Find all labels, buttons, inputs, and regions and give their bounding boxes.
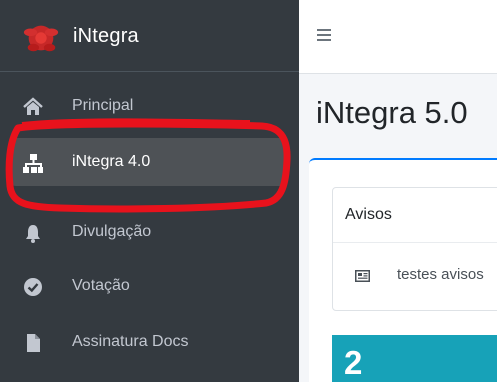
check-circle-icon bbox=[24, 278, 42, 296]
sidebar-item-label: Principal bbox=[72, 97, 134, 114]
brand-name: iNtegra bbox=[73, 25, 139, 47]
aviso-item-text[interactable]: testes avisos bbox=[397, 266, 484, 283]
sidebar-item-integra-4[interactable]: iNtegra 4.0 bbox=[10, 138, 286, 186]
topbar bbox=[299, 0, 497, 74]
sidebar-item-label: iNtegra 4.0 bbox=[72, 153, 151, 170]
app-window: iNtegra Principal iNtegra 4.0 Divulgação… bbox=[0, 0, 497, 382]
home-icon bbox=[23, 97, 43, 115]
hamburger-icon[interactable] bbox=[317, 27, 333, 43]
red-splash-logo-icon bbox=[23, 25, 59, 52]
sitemap-icon bbox=[23, 154, 43, 173]
brand-link[interactable]: iNtegra bbox=[0, 0, 299, 72]
sidebar-item-assinatura-docs[interactable]: Assinatura Docs bbox=[0, 318, 299, 366]
sidebar-item-label: Votação bbox=[72, 277, 130, 294]
bell-icon bbox=[26, 225, 40, 243]
avisos-title: Avisos bbox=[345, 206, 392, 223]
page-title: iNtegra 5.0 bbox=[316, 95, 468, 130]
sidebar: iNtegra Principal iNtegra 4.0 Divulgação… bbox=[0, 0, 299, 382]
sidebar-item-votacao[interactable]: Votação bbox=[0, 262, 299, 310]
stat-box[interactable]: 2 bbox=[332, 335, 497, 382]
file-icon bbox=[27, 334, 40, 352]
sidebar-item-principal[interactable]: Principal bbox=[0, 82, 299, 130]
sidebar-item-divulgacao[interactable]: Divulgação bbox=[0, 208, 299, 256]
newspaper-icon bbox=[355, 270, 370, 282]
sidebar-item-label: Divulgação bbox=[72, 223, 152, 240]
stat-value: 2 bbox=[344, 344, 363, 381]
avisos-card: Avisos testes avisos bbox=[332, 187, 497, 311]
sidebar-item-label: Assinatura Docs bbox=[72, 333, 189, 350]
avisos-card-header: Avisos bbox=[333, 188, 497, 243]
